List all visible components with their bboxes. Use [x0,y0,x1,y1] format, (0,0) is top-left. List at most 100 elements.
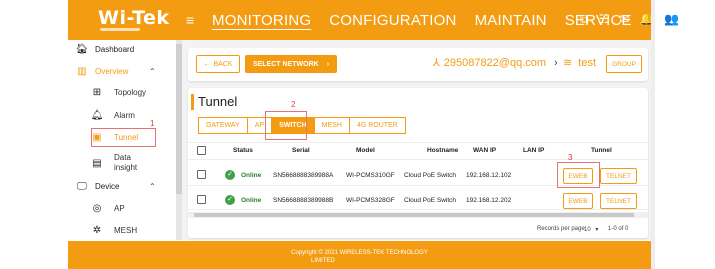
footer-copyright-line2: LIMITED [311,258,335,264]
eweb-button[interactable]: EWEB [563,193,593,209]
telnet-label: TELNET [606,197,631,205]
telnet-button[interactable]: TELNET [600,193,637,209]
eweb-label: EWEB [568,197,588,205]
chevron-right-icon: › [326,60,330,68]
sidebar-item-dashboard[interactable]: 🏠︎ Dashboard [75,44,135,55]
logo-underline [100,28,140,31]
switch-highlight-box [265,111,307,140]
window-icon[interactable]: ⧉ [580,12,589,27]
users-icon[interactable]: 👥 [664,12,679,27]
page-title: Tunnel [198,94,238,109]
back-button[interactable]: ← BACK [196,55,240,73]
telnet-label: TELNET [606,172,631,180]
chevron-up-icon: ⌃ [149,182,156,191]
ap-icon: ◎ [92,203,102,214]
network-selector[interactable]: ≋ test [563,56,596,69]
chevron-right-icon: › [554,56,558,69]
annotation-2: 2 [291,100,296,109]
records-per-page-select[interactable]: 10 ▾ [584,226,598,233]
menu-icon[interactable]: ≡ [186,12,194,28]
header-lan-ip: LAN IP [523,147,545,154]
header-wan-ip: WAN IP [473,147,497,154]
eweb-highlight-box [557,162,600,188]
sidebar-item-label: MESH [114,226,138,235]
network-name: test [578,57,597,69]
monitor-icon: 🖵︎ [77,181,87,192]
nav-monitoring[interactable]: MONITORING [212,12,311,29]
table-horizontal-scrollbar[interactable] [188,212,648,218]
page-scrollbar[interactable] [651,0,655,269]
header-serial: Serial [292,147,310,154]
top-icons: ⧉ ☷ ✉ 🔔 👥 ☻ [580,12,702,27]
sidebar-item-label: Dashboard [95,45,135,54]
chevron-up-icon: ⌃ [149,67,156,76]
row-checkbox[interactable] [197,195,206,204]
group-label: GROUP [612,60,636,68]
overview-icon: ▥ [77,66,87,77]
sidebar-item-device[interactable]: 🖵︎ Device ⌃ [75,181,156,192]
row-serial: SN5668888389988B [273,197,334,204]
network-tree-icon: ⅄ [433,57,440,69]
group-button[interactable]: GROUP [606,55,642,73]
nav-configuration[interactable]: CONFIGURATION [329,12,456,29]
tab-gateway[interactable]: GATEWAY [198,117,247,134]
sidebar-item-ap[interactable]: ◎ AP [90,203,125,214]
list-icon[interactable]: ☷ [599,12,610,27]
tab-mesh[interactable]: MESH [313,117,349,134]
telnet-button[interactable]: TELNET [600,168,637,184]
account-email: 295087822@qq.com [443,56,547,69]
data-insight-line1: Data [114,153,131,162]
table-scroll-thumb[interactable] [194,213,634,217]
records-per-page-label: Records per page: [537,226,587,232]
annotation-3: 3 [568,153,573,162]
account-info[interactable]: ⅄ 295087822@qq.com › [433,56,558,70]
message-icon[interactable]: ✉ [619,12,629,27]
tab-4g-router[interactable]: 4G ROUTER [348,117,406,134]
check-circle-icon: ✓ [225,195,235,205]
sidebar-item-data-insight[interactable]: ▤ Data insight [90,153,137,173]
data-insight-line2: insight [114,163,138,172]
row-status: Online [241,197,262,204]
title-accent [191,94,194,110]
back-label: BACK [213,60,233,68]
arrow-left-icon: ← [203,60,211,68]
sidebar-item-label: Data insight [114,153,137,173]
footer-copyright: Copyright © 2021 WIRELESS-TEK TECHNOLOGY [291,250,428,256]
sidebar-item-alarm[interactable]: 🔔︎ Alarm [90,110,135,121]
top-bar: Wi-Tek ≡ MONITORING CONFIGURATION MAINTA… [68,0,702,40]
per-page-value: 10 [584,227,591,233]
sidebar-item-label: Alarm [114,111,135,120]
wifi-icon: ≋ [563,57,573,69]
topology-icon: ⊞ [92,87,102,98]
sidebar-item-overview[interactable]: ▥ Overview ⌃ [75,66,155,77]
bell-icon: 🔔︎ [90,110,104,121]
sidebar-item-label: Topology [114,88,147,97]
sidebar-item-label: Overview [95,67,129,76]
row-status: Online [241,172,262,179]
pagination-range: 1-0 of 0 [608,226,629,232]
header-model: Model [356,147,375,154]
row-serial: SN5668888389988A [273,172,334,179]
header-hostname: Hostname [427,147,459,154]
select-network-button[interactable]: SELECT NETWORK › [245,55,337,73]
tunnel-highlight-box [91,128,156,147]
sidebar-item-label: AP [114,204,125,213]
row-hostname: Cloud PoE Switch [404,172,457,179]
annotation-1: 1 [150,119,155,128]
home-icon: 🏠︎ [75,44,89,55]
row-hostname: Cloud PoE Switch [404,197,457,204]
row-model: WI-PCMS310GF [346,172,395,179]
sidebar-item-topology[interactable]: ⊞ Topology [90,87,146,98]
chart-icon: ▤ [92,157,102,169]
nav-maintain[interactable]: MAINTAIN [475,12,547,29]
sidebar-item-mesh[interactable]: ✲ MESH [90,225,137,236]
footer: Copyright © 2021 WIRELESS-TEK TECHNOLOGY… [68,241,651,269]
sidebar-item-label: Device [95,182,120,191]
header-tunnel: Tunnel [591,147,612,154]
account-icon[interactable]: ☻ [689,12,702,27]
row-checkbox[interactable] [197,170,206,179]
header-status: Status [233,147,253,154]
logo[interactable]: Wi-Tek [98,7,170,29]
row-wan-ip: 192.168.12.102 [466,172,512,179]
select-all-checkbox[interactable] [197,146,206,155]
